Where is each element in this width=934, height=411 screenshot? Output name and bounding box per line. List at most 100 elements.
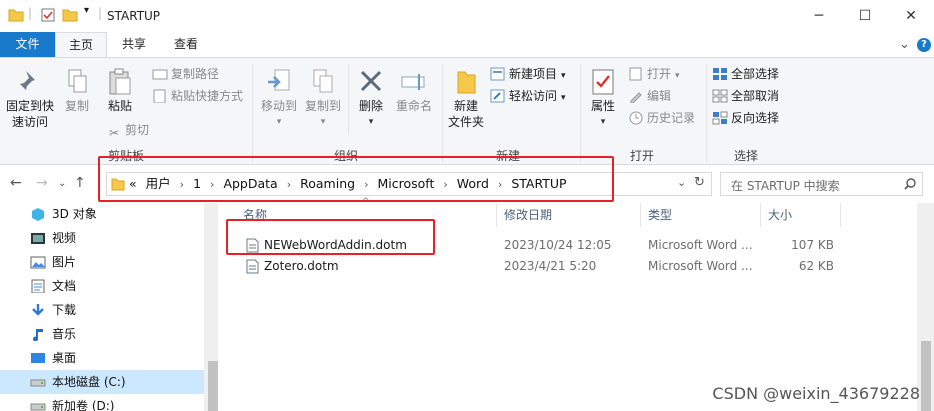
nav-item[interactable]: 新加卷 (D:) <box>30 394 114 411</box>
select-all-label: 全部选择 <box>731 67 780 81</box>
title-bar: | ▾ | STARTUP ─ ☐ ✕ <box>0 0 934 32</box>
properties-label: 属性 <box>590 99 615 113</box>
nav-item-label: 下载 <box>52 303 77 317</box>
recent-dropdown-icon[interactable]: ⌄ <box>58 178 66 189</box>
paste-label: 粘贴 <box>107 99 132 113</box>
tab-view[interactable]: 查看 <box>164 32 208 57</box>
select-none-button[interactable]: 全部取消 <box>712 86 779 106</box>
drive-icon <box>30 379 46 387</box>
move-to-label: 移动到 <box>260 99 297 113</box>
refresh-icon[interactable]: ↻ <box>694 175 705 190</box>
move-to-button[interactable]: 移动到 ▾ <box>258 68 300 130</box>
pin-quick-access-button[interactable]: 固定到快 速访问 <box>4 68 56 130</box>
new-item-button[interactable]: 新建项目 ▾ <box>490 64 566 84</box>
nav-item[interactable]: 3D 对象 <box>30 202 97 226</box>
close-button[interactable]: ✕ <box>888 0 934 32</box>
pin-icon <box>18 71 35 92</box>
up-arrow-icon[interactable]: ↑ <box>74 175 86 191</box>
download-icon <box>32 304 44 316</box>
invert-selection-icon <box>712 111 728 125</box>
nav-item[interactable]: 音乐 <box>30 322 76 346</box>
pin-label: 固定到快 速访问 <box>5 99 54 129</box>
search-placeholder: 在 STARTUP 中搜索 <box>731 179 840 193</box>
open-label: 打开 <box>647 67 672 81</box>
copy-icon <box>68 69 87 93</box>
delete-label: 删除 <box>358 99 383 113</box>
minimize-button[interactable]: ─ <box>796 0 842 32</box>
select-none-label: 全部取消 <box>731 89 780 103</box>
rename-label: 重命名 <box>395 99 432 113</box>
properties-check-icon[interactable] <box>40 7 56 23</box>
delete-button[interactable]: 删除 ▾ <box>354 68 388 130</box>
nav-item-label: 视频 <box>52 231 77 245</box>
pictures-icon <box>30 256 46 269</box>
watermark: CSDN @weixin_43679228 <box>712 384 920 403</box>
move-to-icon <box>268 69 290 91</box>
list-scrollbar[interactable] <box>917 203 934 411</box>
file-highlight-box <box>226 219 435 255</box>
list-scrollbar-thumb[interactable] <box>921 341 931 411</box>
group-label-open: 打开 <box>629 149 654 163</box>
easy-access-button[interactable]: 轻松访问 ▾ <box>490 86 566 106</box>
navigation-pane: 3D 对象视频图片 文档下载音乐桌面本地磁盘 (C:) 新加卷 (D:) <box>0 202 221 411</box>
tab-file[interactable]: 文件 <box>0 32 55 57</box>
nav-item[interactable]: 图片 <box>30 250 76 274</box>
select-all-button[interactable]: 全部选择 <box>712 64 779 84</box>
edit-button[interactable]: 编辑 <box>628 86 671 106</box>
copy-to-button[interactable]: 复制到 ▾ <box>302 68 344 130</box>
copy-to-label: 复制到 <box>304 99 341 113</box>
address-dropdown-icon[interactable]: ⌄ <box>677 176 686 189</box>
tab-share[interactable]: 共享 <box>112 32 156 57</box>
new-folder-icon[interactable] <box>62 7 78 23</box>
back-arrow-icon[interactable]: ← <box>10 175 22 191</box>
copy-path-icon <box>152 69 168 80</box>
search-icon <box>904 178 916 190</box>
delete-dropdown-icon: ▾ <box>368 117 374 127</box>
file-row[interactable]: Zotero.dotm 2023/4/21 5:20 Microsoft Word … <box>218 256 917 277</box>
paste-shortcut-button[interactable]: 粘贴快捷方式 <box>152 86 243 106</box>
rename-icon <box>401 74 425 90</box>
nav-scrollbar-thumb[interactable] <box>208 361 218 411</box>
column-header-modified[interactable]: 修改日期 <box>504 203 552 227</box>
properties-icon <box>592 69 614 95</box>
copy-label: 复制 <box>64 99 89 113</box>
qa-dropdown-icon[interactable]: ▾ <box>84 5 89 16</box>
collapse-ribbon-icon[interactable]: ⌄ <box>899 37 910 52</box>
copy-path-button[interactable]: 复制路径 <box>152 64 219 84</box>
rename-button[interactable]: 重命名 <box>392 68 436 114</box>
3d-objects-icon <box>32 208 44 221</box>
maximize-button[interactable]: ☐ <box>842 0 888 32</box>
nav-item[interactable]: 视频 <box>30 226 76 250</box>
new-folder-icon <box>457 71 476 94</box>
copy-path-label: 复制路径 <box>171 67 220 81</box>
column-divider[interactable] <box>496 203 497 227</box>
easy-access-icon <box>490 89 505 103</box>
search-box[interactable]: 在 STARTUP 中搜索 <box>720 172 923 196</box>
column-divider[interactable] <box>760 203 761 227</box>
copy-button[interactable]: 复制 <box>60 68 94 114</box>
tab-home[interactable]: 主页 <box>55 32 107 58</box>
nav-item[interactable]: 下载 <box>30 298 76 322</box>
nav-item[interactable]: 本地磁盘 (C:) <box>0 370 204 394</box>
help-icon[interactable]: ? <box>917 38 931 52</box>
subgroup-divider <box>348 64 349 134</box>
group-divider <box>252 64 253 162</box>
nav-item-label: 音乐 <box>52 327 77 341</box>
window-title: STARTUP <box>107 9 161 23</box>
invert-selection-button[interactable]: 反向选择 <box>712 108 779 128</box>
nav-item-label: 桌面 <box>52 351 77 365</box>
column-divider[interactable] <box>840 203 841 227</box>
new-item-label: 新建项目 <box>509 67 558 81</box>
forward-arrow-icon[interactable]: → <box>36 175 48 191</box>
nav-item[interactable]: 文档 <box>30 274 76 298</box>
history-button[interactable]: 历史记录 <box>628 108 695 128</box>
new-folder-button[interactable]: 新建 文件夹 <box>446 68 486 130</box>
cut-button[interactable]: ✂ 剪切 <box>106 120 149 140</box>
column-divider[interactable] <box>640 203 641 227</box>
open-button[interactable]: 打开 ▾ <box>628 64 680 84</box>
paste-button[interactable]: 粘贴 <box>102 68 138 114</box>
column-header-size[interactable]: 大小 <box>768 203 792 227</box>
properties-button[interactable]: 属性 ▾ <box>584 68 622 130</box>
nav-item[interactable]: 桌面 <box>30 346 76 370</box>
column-header-type[interactable]: 类型 <box>648 203 672 227</box>
